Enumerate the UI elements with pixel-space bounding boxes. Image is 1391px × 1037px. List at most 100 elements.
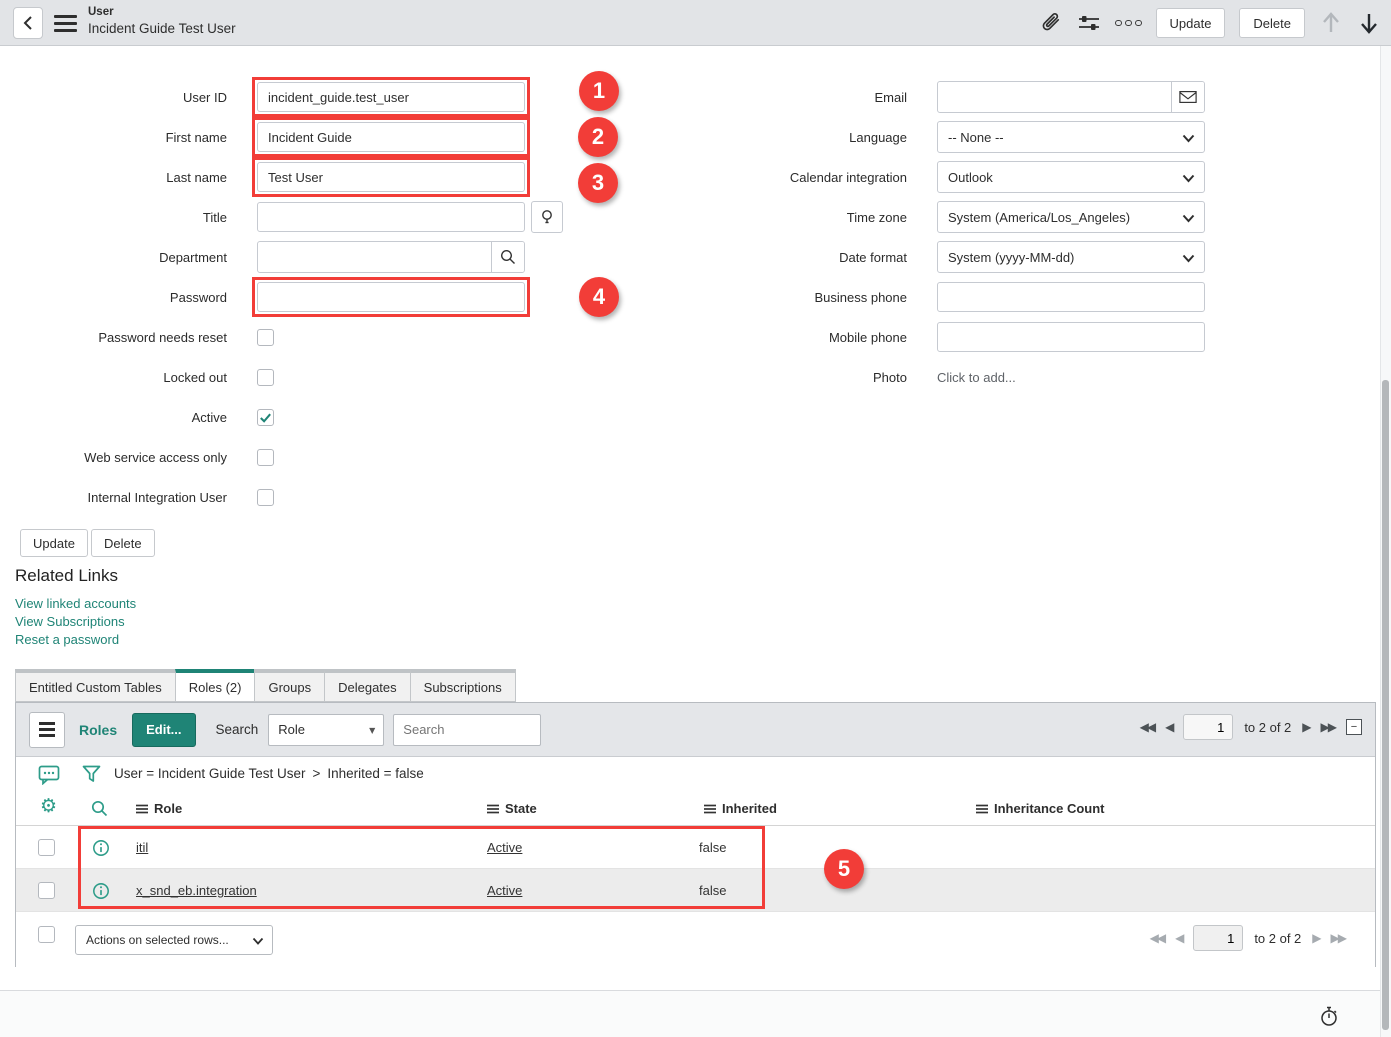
info-icon[interactable] [92, 882, 110, 903]
web-service-access-only-label: Web service access only [0, 450, 227, 465]
tab-groups[interactable]: Groups [254, 669, 325, 702]
column-header-inherited[interactable]: Inherited [704, 791, 777, 826]
form-update-button[interactable]: Update [20, 529, 88, 557]
scroll-down-button[interactable] [1357, 10, 1381, 36]
calendar-integration-select[interactable]: Outlook [937, 161, 1205, 193]
row-select-checkbox[interactable] [38, 839, 55, 856]
locked-out-checkbox[interactable] [257, 369, 274, 386]
roles-related-list: Roles Edit... Search Role ▼ ◀◀ ◀ to 2 of… [15, 702, 1376, 967]
email-input[interactable] [938, 82, 1171, 112]
annotation-circle-4: 4 [579, 277, 619, 317]
language-select[interactable]: -- None -- [937, 121, 1205, 153]
column-menu-icon [704, 804, 716, 814]
time-zone-select[interactable]: System (America/Los_Angeles) [937, 201, 1205, 233]
list-search-input[interactable] [393, 714, 541, 746]
breadcrumb-filter-inherited[interactable]: Inherited = false [327, 766, 423, 781]
last-page-icon[interactable]: ▶▶ [1331, 932, 1345, 944]
more-options-icon[interactable] [1115, 20, 1142, 27]
first-page-icon[interactable]: ◀◀ [1150, 932, 1164, 944]
list-context-menu-button[interactable] [29, 712, 65, 748]
first-name-input[interactable] [257, 122, 525, 152]
form-context-menu-icon[interactable] [54, 15, 77, 32]
response-time-button[interactable] [1319, 1005, 1339, 1030]
business-phone-row: Business phone [680, 277, 1355, 317]
actions-on-selected-rows-select[interactable]: Actions on selected rows... [75, 925, 273, 955]
active-checkbox[interactable] [257, 409, 274, 426]
chevron-down-icon [1182, 134, 1195, 143]
search-field-select[interactable]: Role ▼ [268, 714, 384, 746]
next-page-icon[interactable]: ▶ [1302, 721, 1309, 733]
date-format-select[interactable]: System (yyyy-MM-dd) [937, 241, 1205, 273]
back-button[interactable] [13, 7, 43, 39]
row-select-checkbox[interactable] [38, 882, 55, 899]
previous-page-icon[interactable]: ◀ [1175, 932, 1182, 944]
role-link[interactable]: x_snd_eb.integration [136, 883, 257, 898]
related-list-tabs: Entitled Custom Tables Roles (2) Groups … [15, 669, 516, 702]
column-search-icon[interactable] [90, 799, 109, 821]
date-format-value: System (yyyy-MM-dd) [948, 250, 1074, 265]
list-toolbar: Roles Edit... Search Role ▼ ◀◀ ◀ to 2 of… [16, 703, 1375, 757]
password-input[interactable] [257, 282, 525, 312]
scroll-up-button[interactable] [1319, 10, 1343, 36]
suggestion-button[interactable] [531, 201, 563, 233]
scrollbar-thumb[interactable] [1382, 380, 1389, 1030]
form-delete-button[interactable]: Delete [91, 529, 155, 557]
attachment-button[interactable] [1040, 12, 1063, 35]
gear-icon[interactable]: ⚙ [40, 797, 57, 816]
breadcrumb-filter-user[interactable]: User = Incident Guide Test User [114, 766, 305, 781]
column-header-state[interactable]: State [487, 791, 537, 826]
record-type-label: User [88, 5, 236, 20]
role-link[interactable]: itil [136, 840, 148, 855]
page-range-label: to 2 of 2 [1254, 931, 1301, 946]
mobile-phone-label: Mobile phone [680, 330, 907, 345]
list-comments-icon[interactable] [38, 765, 60, 785]
first-page-icon[interactable]: ◀◀ [1140, 721, 1154, 733]
title-row: Title [0, 197, 675, 237]
tab-entitled-custom-tables[interactable]: Entitled Custom Tables [15, 669, 176, 702]
business-phone-input[interactable] [937, 282, 1205, 312]
annotation-circle-1: 1 [579, 71, 619, 111]
view-linked-accounts-link[interactable]: View linked accounts [15, 595, 136, 613]
column-header-inheritance-count[interactable]: Inheritance Count [976, 791, 1105, 826]
header-delete-button[interactable]: Delete [1239, 8, 1305, 38]
state-link[interactable]: Active [487, 883, 522, 898]
column-header-role[interactable]: Role [136, 791, 182, 826]
view-subscriptions-link[interactable]: View Subscriptions [15, 613, 136, 631]
mobile-phone-input[interactable] [937, 322, 1205, 352]
internal-integration-user-checkbox[interactable] [257, 489, 274, 506]
tab-delegates[interactable]: Delegates [324, 669, 411, 702]
collapse-list-icon[interactable]: − [1346, 719, 1362, 735]
info-icon[interactable] [92, 839, 110, 860]
search-label: Search [216, 722, 259, 737]
user-id-input[interactable] [257, 82, 525, 112]
vertical-scrollbar[interactable] [1380, 46, 1391, 1037]
next-page-icon[interactable]: ▶ [1312, 932, 1319, 944]
last-page-icon[interactable]: ▶▶ [1321, 721, 1335, 733]
photo-add-link[interactable]: Click to add... [937, 370, 1016, 385]
edit-roles-button[interactable]: Edit... [132, 713, 195, 747]
tab-roles[interactable]: Roles (2) [175, 669, 256, 702]
page-number-input[interactable] [1183, 714, 1233, 740]
column-label-inherited: Inherited [722, 801, 777, 816]
chevron-down-icon [1182, 214, 1195, 223]
header-update-button[interactable]: Update [1156, 8, 1226, 38]
last-name-input[interactable] [257, 162, 525, 192]
page-number-input[interactable] [1193, 925, 1243, 951]
inherited-value: false [699, 883, 726, 898]
personalize-form-button[interactable] [1077, 12, 1101, 34]
department-lookup-button[interactable] [491, 242, 524, 272]
locked-out-label: Locked out [0, 370, 227, 385]
department-input[interactable] [258, 242, 491, 272]
previous-page-icon[interactable]: ◀ [1165, 721, 1172, 733]
filter-funnel-icon[interactable] [81, 764, 102, 785]
select-all-checkbox[interactable] [38, 926, 55, 943]
send-email-button[interactable] [1171, 82, 1204, 112]
state-link[interactable]: Active [487, 840, 522, 855]
password-needs-reset-checkbox[interactable] [257, 329, 274, 346]
reset-a-password-link[interactable]: Reset a password [15, 631, 136, 649]
form-header-bar: User Incident Guide Test User Update Del… [0, 0, 1391, 46]
tab-subscriptions[interactable]: Subscriptions [410, 669, 516, 702]
web-service-access-only-checkbox[interactable] [257, 449, 274, 466]
title-input[interactable] [257, 202, 525, 232]
chevron-down-icon [1182, 174, 1195, 183]
